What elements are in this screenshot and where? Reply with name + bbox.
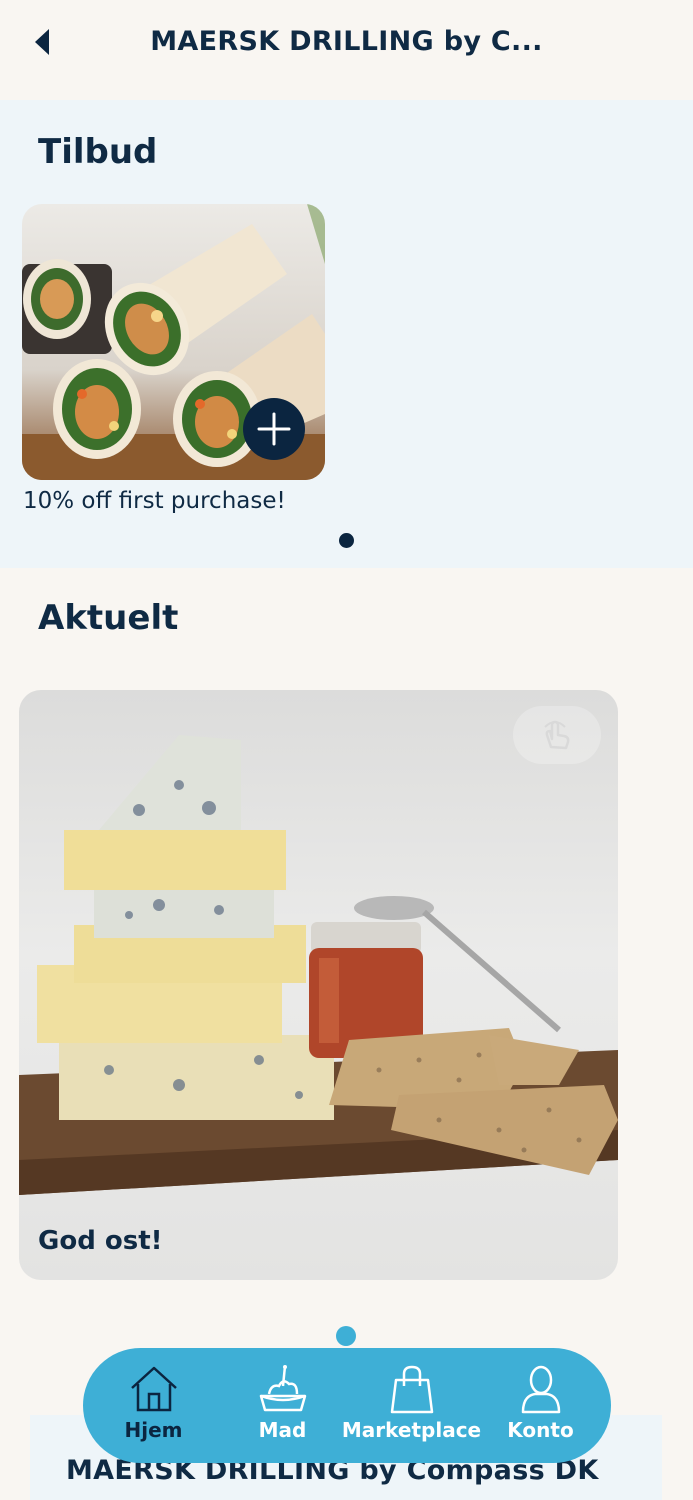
person-icon xyxy=(521,1365,560,1414)
nav-item-home[interactable]: Hjem xyxy=(94,1348,214,1442)
nav-label-marketplace: Marketplace xyxy=(341,1418,482,1442)
tap-hand-icon xyxy=(544,720,570,750)
nav-item-account[interactable]: Konto xyxy=(481,1348,601,1442)
shopping-bag-icon xyxy=(390,1365,433,1414)
nav-item-marketplace[interactable]: Marketplace xyxy=(342,1348,481,1442)
home-icon xyxy=(130,1366,177,1412)
nav-label-home: Hjem xyxy=(124,1418,183,1442)
offers-section-title: Tilbud xyxy=(38,132,158,172)
nav-item-food[interactable]: Mad xyxy=(223,1348,343,1442)
top-bar: MAERSK DRILLING by C... xyxy=(0,0,693,100)
news-section-title: Aktuelt xyxy=(38,598,179,638)
page-title: MAERSK DRILLING by C... xyxy=(150,26,543,57)
news-image xyxy=(19,690,618,1280)
offers-pager-dot[interactable] xyxy=(339,533,354,548)
food-icon xyxy=(259,1365,306,1412)
offers-section: Tilbud 10% off first purchase! xyxy=(0,100,693,568)
bottom-nav: Hjem Mad Marketplace Konto xyxy=(83,1348,611,1463)
nav-label-food: Mad xyxy=(258,1418,307,1442)
news-card[interactable] xyxy=(19,690,618,1280)
news-pager-dot[interactable] xyxy=(336,1326,356,1346)
add-to-cart-button[interactable] xyxy=(243,398,305,460)
offer-caption: 10% off first purchase! xyxy=(23,488,286,514)
news-caption: God ost! xyxy=(38,1226,163,1256)
plus-icon xyxy=(257,412,291,446)
nav-label-account: Konto xyxy=(507,1418,574,1442)
tap-hint xyxy=(513,706,601,764)
